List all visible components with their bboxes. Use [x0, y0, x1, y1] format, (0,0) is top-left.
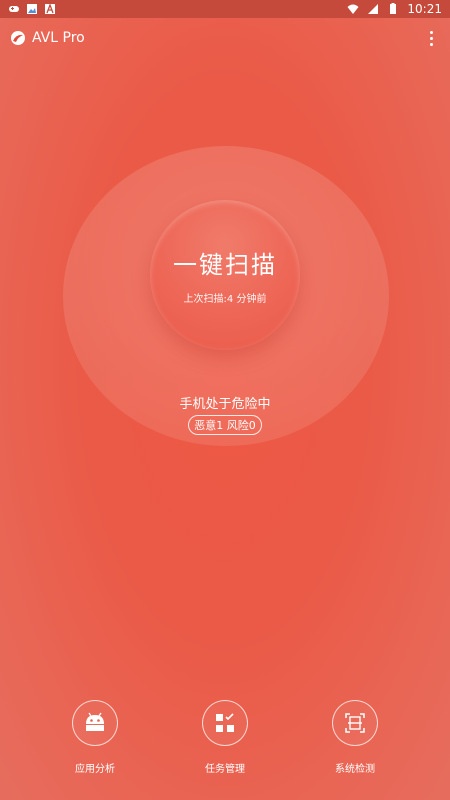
a-icon	[45, 3, 55, 14]
wifi-icon	[347, 4, 359, 14]
system-scan-icon	[345, 713, 365, 733]
nav-system-check[interactable]: 系统检测	[310, 700, 400, 775]
app-analysis-circle[interactable]	[72, 700, 118, 746]
risk-badge[interactable]: 恶意1 风险0	[188, 415, 262, 435]
nav-label-task-manager: 任务管理	[205, 764, 245, 775]
status-time: 10:21	[407, 2, 442, 16]
danger-status: 手机处于危险中	[179, 397, 271, 412]
avl-logo-icon	[11, 31, 25, 45]
signal-icon	[368, 4, 379, 14]
scan-title: 一键扫描	[173, 251, 277, 279]
android-icon	[86, 712, 104, 731]
status-bar: 10:21	[0, 0, 450, 18]
bottom-nav: 应用分析 任务管理 系统检测	[0, 700, 450, 780]
nav-task-manager[interactable]: 任务管理	[180, 700, 270, 775]
status-left-icons	[8, 3, 56, 15]
nav-app-analysis[interactable]: 应用分析	[50, 700, 140, 775]
status-right-icons: 10:21	[347, 2, 442, 16]
image-icon	[27, 4, 37, 14]
risk-badge-text: 恶意1 风险0	[194, 419, 256, 432]
app-bar: AVL Pro	[0, 18, 450, 58]
nav-label-app-analysis: 应用分析	[75, 764, 115, 775]
scan-button[interactable]: 一键扫描 上次扫描:4 分钟前	[150, 200, 300, 350]
task-manager-circle[interactable]	[202, 700, 248, 746]
task-grid-icon	[216, 713, 234, 732]
system-check-circle[interactable]	[332, 700, 378, 746]
gamepad-icon	[9, 6, 19, 12]
nav-label-system-check: 系统检测	[335, 764, 375, 775]
battery-icon	[390, 3, 397, 14]
more-vert-icon[interactable]	[422, 29, 440, 47]
app-title: AVL Pro	[32, 30, 85, 46]
last-scan-time: 上次扫描:4 分钟前	[183, 294, 267, 305]
